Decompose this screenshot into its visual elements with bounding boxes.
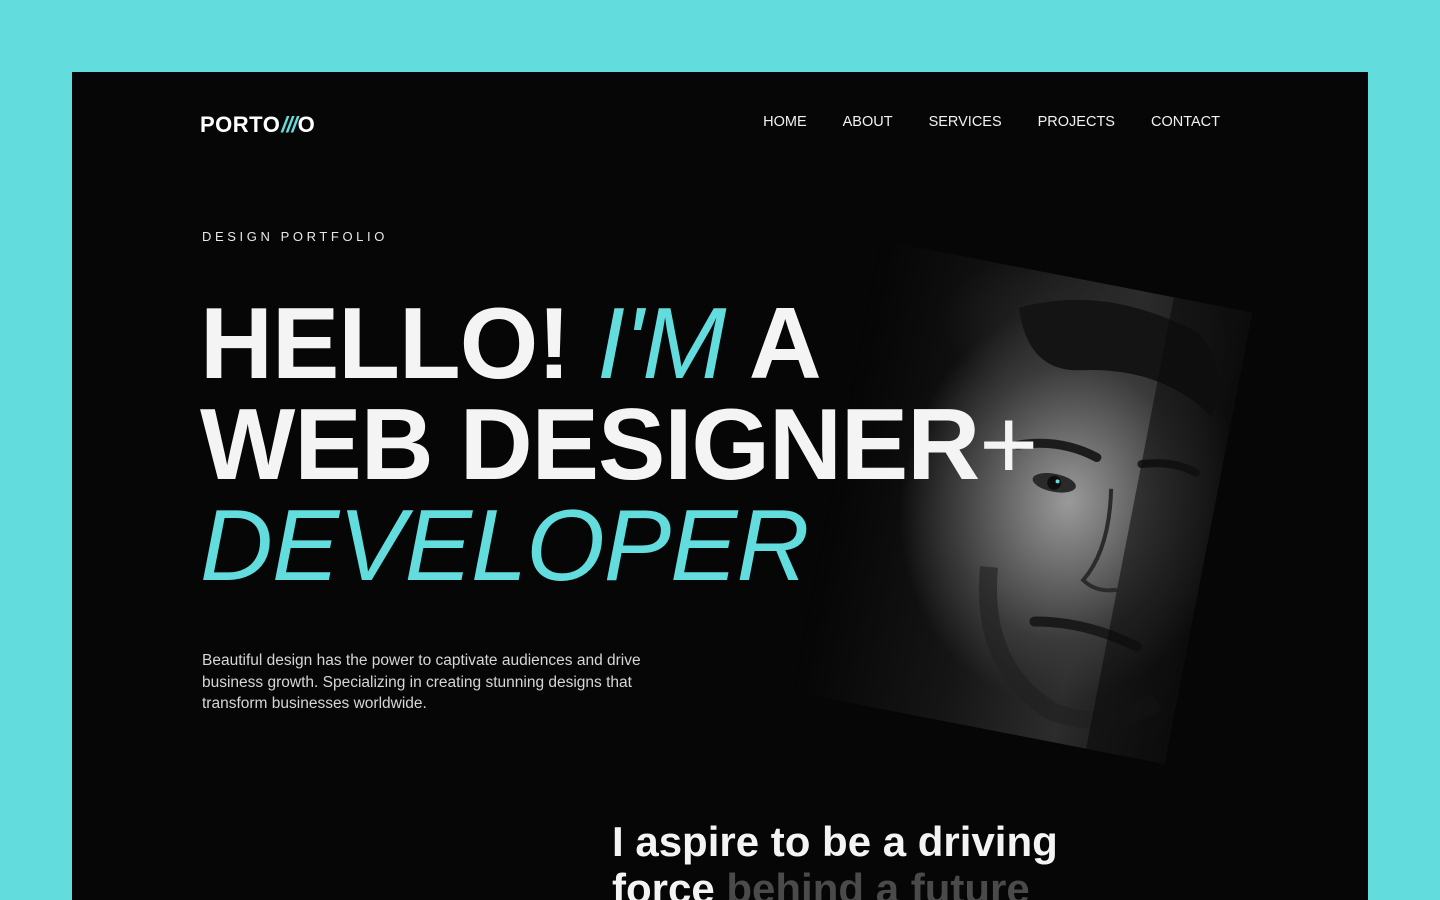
nav-item-contact[interactable]: CONTACT [1151, 114, 1220, 130]
brand-logo[interactable]: PORTO///O [200, 112, 315, 138]
hero-heading-plus: + [979, 389, 1038, 501]
brand-logo-slashes: /// [281, 112, 297, 137]
nav-item-projects[interactable]: PROJECTS [1038, 114, 1115, 130]
hero-heading-developer: DEVELOPER [200, 490, 809, 602]
aspire-line-2: force behind a future [612, 865, 1058, 900]
aspire-line-2-dim: behind a future [726, 865, 1030, 900]
main-nav: HOME ABOUT SERVICES PROJECTS CONTACT [763, 114, 1220, 130]
aspire-heading: I aspire to be a driving force behind a … [612, 818, 1058, 900]
nav-item-home[interactable]: HOME [763, 114, 807, 130]
nav-item-about[interactable]: ABOUT [843, 114, 893, 130]
hero-heading-a: A [725, 288, 822, 400]
hero-heading-line-2: WEB DESIGNER+ [200, 395, 1038, 496]
aspire-line-1: I aspire to be a driving [612, 818, 1058, 865]
nav-item-services[interactable]: SERVICES [929, 114, 1002, 130]
hero-eyebrow: DESIGN PORTFOLIO [202, 229, 388, 244]
hero-heading-hello: HELLO! [200, 288, 597, 400]
hero-heading-im: I'M [596, 288, 726, 400]
brand-logo-suffix: O [297, 112, 316, 137]
page-frame: PORTO///O HOME ABOUT SERVICES PROJECTS C… [72, 72, 1368, 900]
hero-heading: HELLO! I'M A WEB DESIGNER+ DEVELOPER [200, 294, 1038, 602]
hero-heading-line-1: HELLO! I'M A [200, 294, 1037, 395]
brand-logo-prefix: PORTO [200, 112, 281, 137]
hero-description: Beautiful design has the power to captiv… [202, 652, 641, 712]
aspire-line-2-bright: force [612, 865, 727, 900]
hero-heading-web-designer: WEB DESIGNER [200, 389, 980, 501]
